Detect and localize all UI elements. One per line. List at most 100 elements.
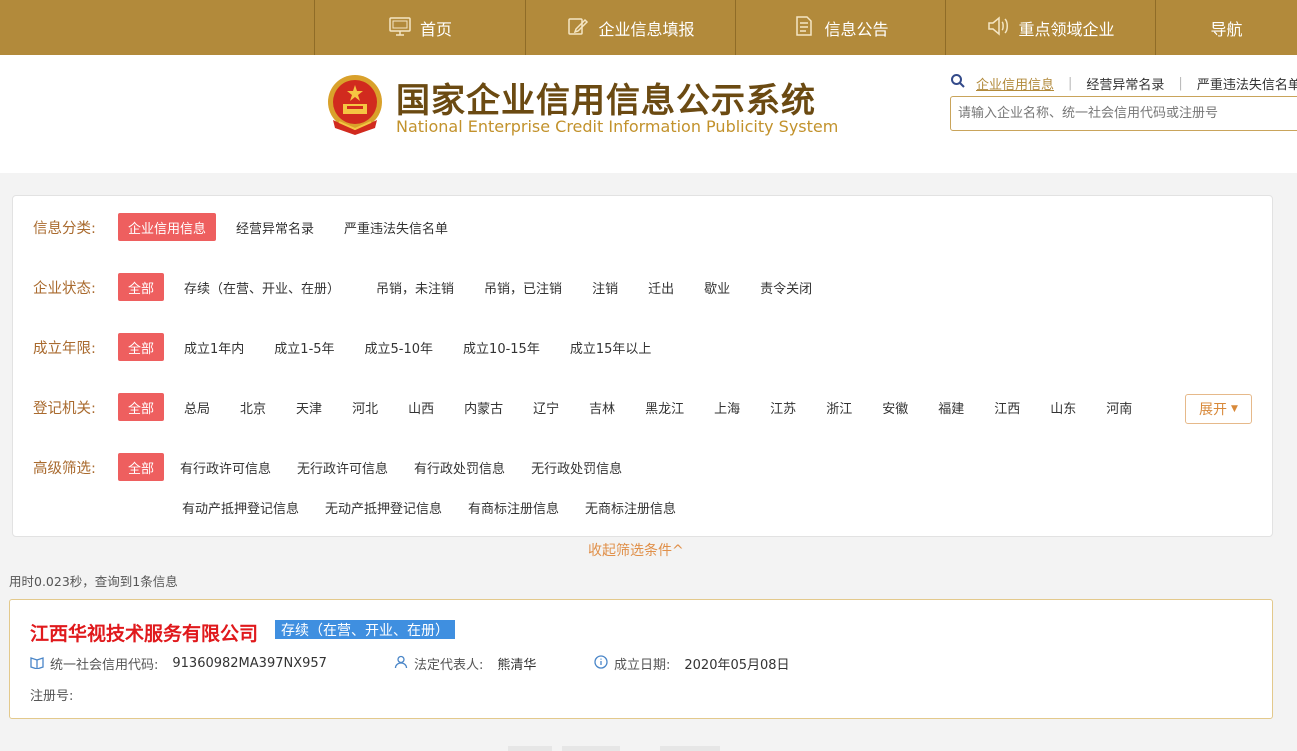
speaker-icon	[986, 14, 1010, 42]
credit-code-info: 统一社会信用代码: 91360982MA397NX957	[30, 654, 327, 673]
founded-label: 成立日期:	[614, 658, 671, 673]
filter-option[interactable]: 全部	[118, 333, 165, 361]
nav-announcements[interactable]: 信息公告	[735, 0, 945, 55]
filter-option[interactable]: 责令关闭	[750, 273, 822, 301]
filter-option[interactable]: 吉林	[579, 393, 625, 421]
national-emblem-icon	[325, 72, 385, 136]
filter-option[interactable]: 迁出	[638, 273, 684, 301]
filter-option[interactable]: 安徽	[872, 393, 918, 421]
filter-option[interactable]: 严重违法失信名单	[334, 213, 458, 241]
filter-option[interactable]: 有动产抵押登记信息	[172, 493, 309, 521]
reg-no-label: 注册号:	[30, 689, 74, 704]
company-name[interactable]: 江西华视技术服务有限公司	[30, 619, 258, 646]
filter-option[interactable]: 江苏	[760, 393, 806, 421]
nav-key-industries[interactable]: 重点领域企业	[945, 0, 1155, 55]
founded-value: 2020年05月08日	[684, 658, 790, 673]
pagination-partial	[562, 746, 620, 751]
filter-label: 成立年限:	[33, 340, 96, 357]
credit-code-label: 统一社会信用代码:	[50, 658, 159, 673]
nav-enterprise-report-label: 企业信息填报	[598, 19, 695, 39]
filter-option[interactable]: 总局	[174, 393, 220, 421]
tab-separator: |	[1178, 75, 1183, 91]
nav-home[interactable]: 首页	[314, 0, 525, 55]
book-icon	[30, 655, 44, 673]
nav-home-label: 首页	[419, 19, 452, 39]
expand-button[interactable]: 展开 ▼	[1185, 394, 1252, 424]
filter-option[interactable]: 内蒙古	[454, 393, 513, 421]
search-tabs: 企业信用信息 | 经营异常名录 | 严重违法失信名单	[950, 73, 1297, 93]
credit-code-value: 91360982MA397NX957	[172, 656, 327, 671]
filter-option[interactable]: 有商标注册信息	[458, 493, 569, 521]
nav-announcements-label: 信息公告	[824, 19, 889, 39]
caret-down-icon: ▼	[1231, 404, 1238, 414]
document-icon	[792, 14, 816, 42]
search-tab-abnormal-list[interactable]: 经营异常名录	[1086, 74, 1164, 93]
status-badge: 存续（在营、开业、在册）	[275, 620, 455, 639]
filter-option[interactable]: 企业信用信息	[118, 213, 217, 241]
filter-option[interactable]: 江西	[984, 393, 1030, 421]
filter-option[interactable]: 福建	[928, 393, 974, 421]
filter-option[interactable]: 有行政处罚信息	[404, 453, 515, 481]
search-tab-credit-info[interactable]: 企业信用信息	[976, 74, 1054, 93]
filter-option[interactable]: 成立15年以上	[560, 333, 662, 361]
filter-option[interactable]: 成立10-15年	[453, 333, 550, 361]
site-header: 国家企业信用信息公示系统 National Enterprise Credit …	[0, 55, 1297, 173]
top-nav: 首页 企业信息填报 信息公告 重点领域企业 导航	[0, 0, 1297, 55]
nav-key-industries-label: 重点领域企业	[1018, 19, 1115, 39]
legal-rep-info: 法定代表人: 熊清华	[394, 654, 536, 673]
filter-option[interactable]: 上海	[704, 393, 750, 421]
filter-option[interactable]: 无行政处罚信息	[521, 453, 632, 481]
filter-option[interactable]: 辽宁	[523, 393, 569, 421]
filter-option[interactable]: 成立1年内	[174, 333, 254, 361]
tab-separator: |	[1068, 75, 1073, 91]
filter-label: 信息分类:	[33, 220, 96, 237]
search-icon	[950, 73, 976, 93]
collapse-filters-link[interactable]: 收起筛选条件^	[588, 540, 684, 560]
filter-label: 企业状态:	[33, 280, 96, 297]
filter-option[interactable]: 注销	[582, 273, 628, 301]
filter-option[interactable]: 无动产抵押登记信息	[315, 493, 452, 521]
filter-option[interactable]: 河北	[342, 393, 388, 421]
legal-rep-label: 法定代表人:	[414, 658, 484, 673]
filter-option[interactable]: 吊销，未注销	[366, 273, 464, 301]
filter-option[interactable]: 全部	[118, 393, 165, 421]
filter-row-advanced: 高级筛选: 全部 有行政许可信息 无行政许可信息 有行政处罚信息 无行政处罚信息	[33, 452, 632, 482]
pagination-partial	[508, 746, 552, 751]
filter-option[interactable]: 有行政许可信息	[170, 453, 281, 481]
filter-row-authority: 登记机关: 全部 总局 北京 天津 河北 山西 内蒙古 辽宁 吉林 黑龙江 上海…	[33, 392, 1142, 422]
search-input[interactable]	[951, 97, 1297, 130]
filter-label: 登记机关:	[33, 400, 96, 417]
result-card[interactable]: 江西华视技术服务有限公司 存续（在营、开业、在册） 统一社会信用代码: 9136…	[9, 599, 1273, 719]
filter-option[interactable]: 山东	[1040, 393, 1086, 421]
site-subtitle: National Enterprise Credit Information P…	[396, 117, 839, 136]
search-box	[950, 96, 1297, 131]
filter-option[interactable]: 浙江	[816, 393, 862, 421]
filter-option[interactable]: 吊销，已注销	[474, 273, 572, 301]
site-title: 国家企业信用信息公示系统	[396, 81, 816, 121]
filter-option[interactable]: 成立1-5年	[264, 333, 344, 361]
filter-option[interactable]: 全部	[118, 273, 165, 301]
user-icon	[394, 655, 408, 673]
nav-enterprise-report[interactable]: 企业信息填报	[525, 0, 735, 55]
filter-option[interactable]: 经营异常名录	[226, 213, 324, 241]
filter-option[interactable]: 黑龙江	[635, 393, 694, 421]
filter-row-age: 成立年限: 全部 成立1年内 成立1-5年 成立5-10年 成立10-15年 成…	[33, 332, 661, 362]
filter-option[interactable]: 存续（在营、开业、在册）	[174, 273, 350, 301]
filter-option[interactable]: 无行政许可信息	[287, 453, 398, 481]
search-tab-blacklist[interactable]: 严重违法失信名单	[1197, 74, 1297, 93]
edit-icon	[566, 14, 590, 42]
filter-option[interactable]: 全部	[118, 453, 165, 481]
filter-option[interactable]: 歇业	[694, 273, 740, 301]
filter-option[interactable]: 河南	[1096, 393, 1142, 421]
filter-option[interactable]: 山西	[398, 393, 444, 421]
filter-option[interactable]: 成立5-10年	[355, 333, 444, 361]
filter-row-advanced-2: 有动产抵押登记信息 无动产抵押登记信息 有商标注册信息 无商标注册信息	[172, 492, 686, 522]
filter-row-category: 信息分类: 企业信用信息 经营异常名录 严重违法失信名单	[33, 212, 458, 242]
filter-panel: 信息分类: 企业信用信息 经营异常名录 严重违法失信名单 企业状态: 全部 存续…	[12, 195, 1273, 537]
nav-guide[interactable]: 导航	[1155, 0, 1297, 55]
nav-guide-label: 导航	[1210, 19, 1243, 39]
filter-option[interactable]: 无商标注册信息	[575, 493, 686, 521]
pagination-partial	[660, 746, 720, 751]
filter-option[interactable]: 天津	[286, 393, 332, 421]
filter-option[interactable]: 北京	[230, 393, 276, 421]
